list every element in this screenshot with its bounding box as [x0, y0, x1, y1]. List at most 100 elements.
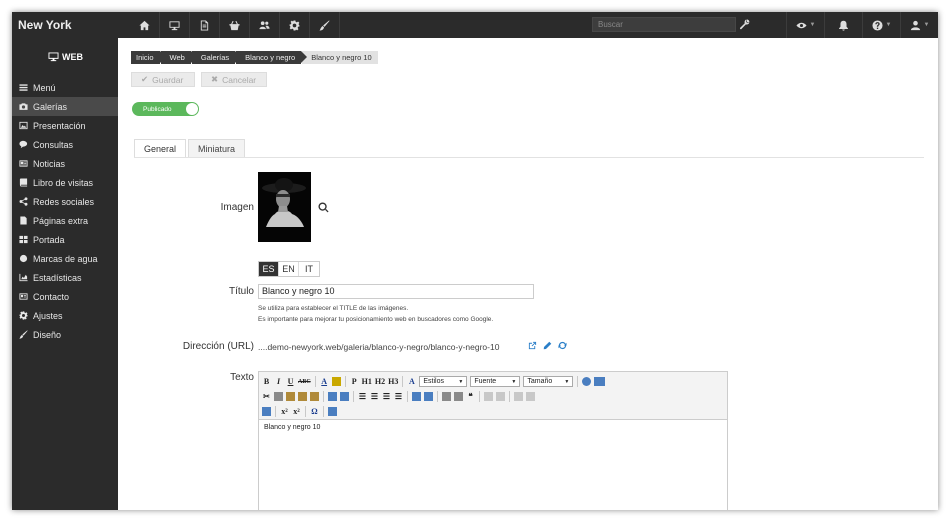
bullet-list-icon[interactable]	[412, 392, 421, 401]
url-label: Dirección (URL)	[182, 341, 254, 352]
monitor-button[interactable]	[160, 12, 190, 38]
sidebar-item-label: Ajustes	[33, 310, 63, 321]
portrait-photo	[258, 172, 311, 242]
outdent-icon[interactable]	[442, 392, 451, 401]
sidebar-item-settings[interactable]: Ajustes	[12, 306, 118, 325]
find-icon[interactable]	[328, 392, 337, 401]
superscript-button[interactable]: x2	[292, 406, 301, 417]
tab-general[interactable]: General	[134, 139, 187, 158]
toolbar-separator	[344, 376, 346, 387]
breadcrumb-item[interactable]: Blanco y negro	[236, 51, 308, 64]
search-icon[interactable]	[318, 202, 329, 213]
styles-select[interactable]: Estilos ▼	[419, 376, 468, 387]
sidebar-item-social[interactable]: Redes sociales	[12, 192, 118, 211]
top-right-tools: ▼ ▼ ▼	[786, 12, 938, 38]
title-input[interactable]: Blanco y negro 10	[258, 284, 534, 299]
publish-toggle[interactable]: Publicado	[132, 102, 199, 116]
search-input[interactable]: Buscar	[592, 17, 736, 32]
external-link-icon[interactable]	[528, 341, 537, 350]
paste-text-icon[interactable]	[298, 392, 307, 401]
sidebar-item-galleries[interactable]: Galerías	[12, 97, 118, 116]
source-icon[interactable]	[594, 377, 606, 386]
save-button[interactable]: ✔ Guardar	[131, 72, 195, 87]
copy-icon[interactable]	[274, 392, 283, 401]
redo-icon[interactable]	[496, 392, 505, 401]
sidebar-item-guestbook[interactable]: Libro de visitas	[12, 173, 118, 192]
strikethrough-button[interactable]: ABC	[298, 376, 311, 387]
heading-3-button[interactable]: H3	[388, 376, 398, 387]
chevron-down-icon: ▼	[923, 22, 930, 28]
sidebar-item-statistics[interactable]: Estadísticas	[12, 268, 118, 287]
users-icon	[259, 20, 270, 29]
help-icon[interactable]	[582, 377, 592, 386]
highlight-icon[interactable]	[331, 377, 341, 386]
align-justify-icon[interactable]: ☰	[394, 391, 403, 402]
size-select[interactable]: Tamaño ▼	[523, 376, 574, 387]
align-center-icon[interactable]: ☰	[370, 391, 379, 402]
sidebar-item-presentation[interactable]: Presentación	[12, 116, 118, 135]
language-en[interactable]: EN	[279, 262, 299, 276]
font-select[interactable]: Fuente ▼	[470, 376, 521, 387]
language-it[interactable]: IT	[299, 262, 319, 276]
refresh-icon[interactable]	[558, 341, 567, 350]
special-char-icon[interactable]: Ω	[310, 406, 319, 417]
sidebar-item-cover[interactable]: Portada	[12, 230, 118, 249]
tab-thumbnail[interactable]: Miniatura	[188, 139, 246, 158]
sidebar-item-watermarks[interactable]: Marcas de agua	[12, 249, 118, 268]
breadcrumb-item[interactable]: Inicio	[131, 51, 165, 64]
editor-toolbar-row-3: x2 x2 Ω	[262, 404, 724, 419]
paste-icon[interactable]	[286, 392, 295, 401]
toolbar-separator	[353, 391, 354, 402]
image-thumbnail[interactable]	[258, 172, 311, 242]
shop-button[interactable]	[220, 12, 250, 38]
underline-button[interactable]: U	[286, 376, 295, 387]
link-icon[interactable]	[514, 392, 523, 401]
sidebar-item-news[interactable]: Noticias	[12, 154, 118, 173]
replace-icon[interactable]	[340, 392, 349, 401]
notifications-button[interactable]	[824, 12, 862, 38]
sidebar-item-contact[interactable]: Contacto	[12, 287, 118, 306]
user-menu-button[interactable]: ▼	[900, 12, 938, 38]
format-icon[interactable]: A	[407, 376, 416, 387]
insert-image-icon[interactable]	[328, 407, 337, 416]
sidebar-item-extra-pages[interactable]: Páginas extra	[12, 211, 118, 230]
sidebar-logo[interactable]: WEB	[48, 52, 83, 62]
sidebar-item-label: Páginas extra	[33, 215, 89, 226]
paragraph-button[interactable]: P	[350, 376, 359, 387]
editor-content[interactable]: Blanco y negro 10	[259, 420, 727, 435]
heading-1-button[interactable]: H1	[362, 376, 372, 387]
sidebar-item-design[interactable]: Diseño	[12, 325, 118, 344]
preview-button[interactable]: ▼	[786, 12, 824, 38]
pencil-icon[interactable]	[543, 341, 552, 350]
design-button[interactable]	[310, 12, 340, 38]
unlink-icon[interactable]	[526, 392, 535, 401]
settings-button[interactable]	[280, 12, 310, 38]
paste-word-icon[interactable]	[310, 392, 319, 401]
help-button[interactable]: ▼	[862, 12, 900, 38]
users-button[interactable]	[250, 12, 280, 38]
subscript-button[interactable]: x2	[280, 406, 289, 417]
align-right-icon[interactable]: ☰	[382, 391, 391, 402]
bold-button[interactable]: B	[262, 376, 271, 387]
blockquote-icon[interactable]: ❝	[466, 391, 475, 402]
italic-button[interactable]: I	[274, 376, 283, 387]
text-color-button[interactable]: A	[320, 376, 329, 387]
wrench-icon[interactable]	[739, 19, 750, 30]
indent-icon[interactable]	[454, 392, 463, 401]
cut-icon[interactable]: ✂	[262, 391, 271, 402]
language-es[interactable]: ES	[259, 262, 279, 276]
align-left-icon[interactable]: ☰	[358, 391, 367, 402]
chevron-down-icon: ▼	[458, 378, 464, 385]
undo-icon[interactable]	[484, 392, 493, 401]
sidebar-item-label: Contacto	[33, 291, 70, 302]
sidebar-item-inquiries[interactable]: Consultas	[12, 135, 118, 154]
heading-2-button[interactable]: H2	[375, 376, 385, 387]
file-icon	[200, 19, 209, 31]
numbered-list-icon[interactable]	[424, 392, 433, 401]
sidebar-item-menu[interactable]: Menú	[12, 78, 118, 97]
remove-format-icon[interactable]	[262, 407, 271, 416]
home-button[interactable]	[130, 12, 160, 38]
breadcrumb-item[interactable]: Galerías	[191, 51, 242, 64]
cancel-button[interactable]: ✖ Cancelar	[201, 72, 267, 87]
file-button[interactable]	[190, 12, 220, 38]
